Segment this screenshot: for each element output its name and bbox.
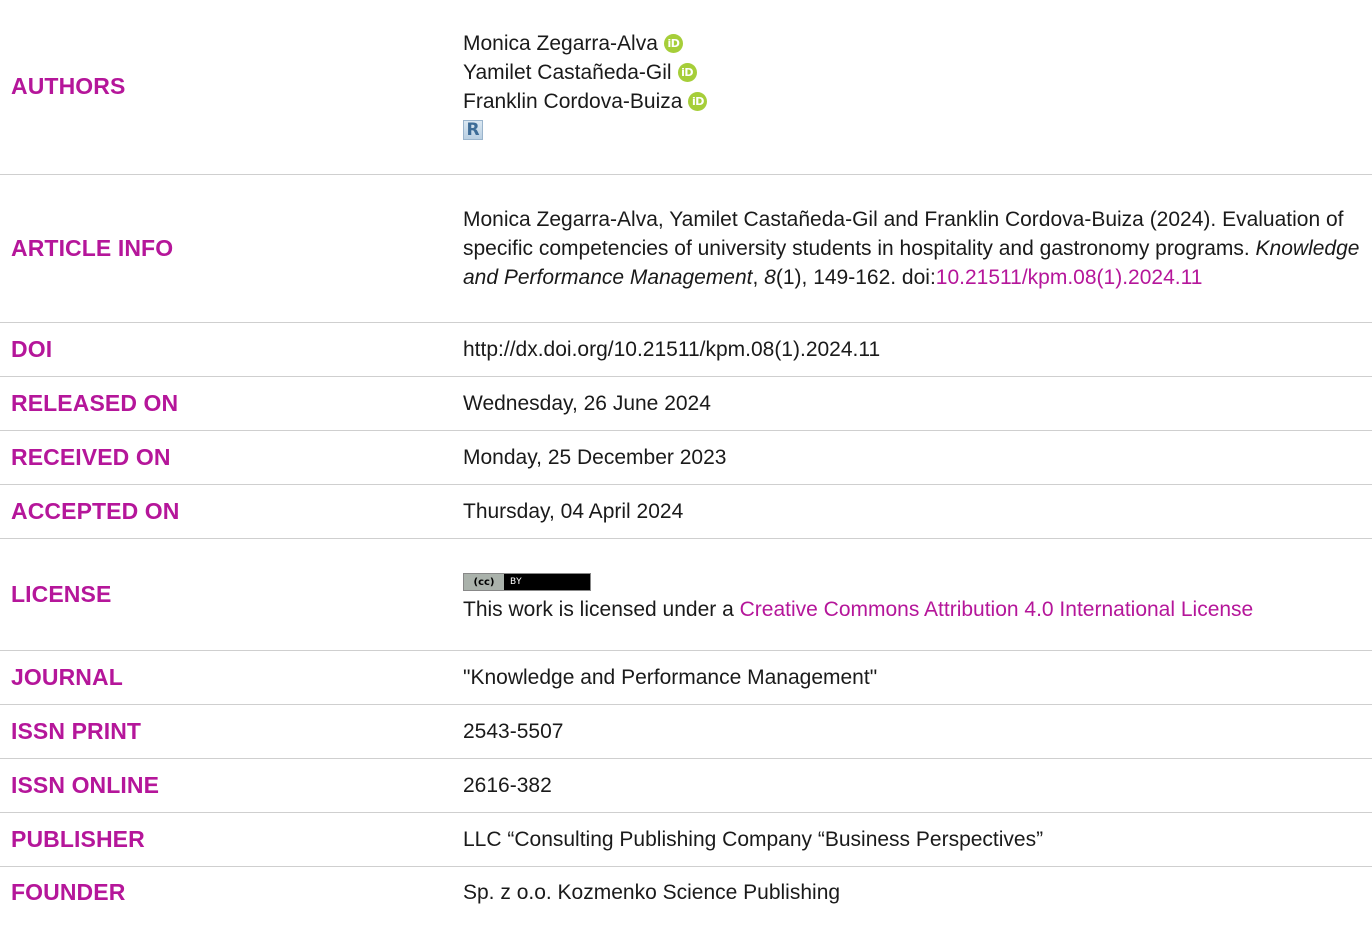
row-released-on: RELEASED ON Wednesday, 26 June 2024 xyxy=(0,376,1372,430)
label-founder: FOUNDER xyxy=(11,879,126,906)
article-metadata-table: AUTHORS Monica Zegarra-Alva iD Yamilet C… xyxy=(0,0,1372,919)
label-issn-print: ISSN PRINT xyxy=(11,717,142,744)
cc-by-label: BY xyxy=(510,576,523,587)
authors-list: Monica Zegarra-Alva iD Yamilet Castañeda… xyxy=(463,0,1372,174)
issn-print-value: 2543-5507 xyxy=(463,719,564,743)
citation-volume: 8 xyxy=(764,265,776,289)
researcherid-icon[interactable]: R xyxy=(463,120,483,141)
author-item: Yamilet Castañeda-Gil iD xyxy=(463,58,1370,87)
received-on-value: Monday, 25 December 2023 xyxy=(463,445,727,469)
author-name[interactable]: Yamilet Castañeda-Gil xyxy=(463,58,672,87)
doi-value: http://dx.doi.org/10.21511/kpm.08(1).202… xyxy=(463,337,881,361)
citation-issue-pages: (1), 149-162. doi: xyxy=(775,265,936,289)
author-item: Monica Zegarra-Alva iD xyxy=(463,29,1370,58)
citation-comma: , xyxy=(752,265,765,289)
row-journal: JOURNAL "Knowledge and Performance Manag… xyxy=(0,650,1372,704)
row-publisher: PUBLISHER LLC “Consulting Publishing Com… xyxy=(0,812,1372,866)
license-value: (cc) BY This work is licensed under a Cr… xyxy=(463,538,1372,650)
accepted-on-value: Thursday, 04 April 2024 xyxy=(463,499,684,523)
label-received-on: RECEIVED ON xyxy=(11,443,171,470)
license-text: This work is licensed under a Creative C… xyxy=(463,595,1370,624)
row-license: LICENSE (cc) BY This work is licensed un… xyxy=(0,538,1372,650)
founder-value: Sp. z o.o. Kozmenko Science Publishing xyxy=(463,881,841,905)
released-on-value: Wednesday, 26 June 2024 xyxy=(463,391,711,415)
orcid-icon[interactable]: iD xyxy=(677,62,697,82)
author-name[interactable]: Monica Zegarra-Alva xyxy=(463,29,658,58)
orcid-icon[interactable]: iD xyxy=(663,33,683,53)
cc-icon: (cc) xyxy=(464,574,504,591)
label-publisher: PUBLISHER xyxy=(11,825,145,852)
label-doi: DOI xyxy=(11,335,53,362)
license-link[interactable]: Creative Commons Attribution 4.0 Interna… xyxy=(740,598,1254,621)
orcid-icon[interactable]: iD xyxy=(688,91,708,111)
label-journal: JOURNAL xyxy=(11,663,123,690)
license-text-start: This work is licensed under a xyxy=(463,598,740,622)
label-authors: AUTHORS xyxy=(11,73,126,100)
label-accepted-on: ACCEPTED ON xyxy=(11,497,180,524)
row-article-info: ARTICLE INFO Monica Zegarra-Alva, Yamile… xyxy=(0,174,1372,322)
label-license: LICENSE xyxy=(11,580,112,607)
author-name[interactable]: Franklin Cordova-Buiza xyxy=(463,87,682,116)
row-doi: DOI http://dx.doi.org/10.21511/kpm.08(1)… xyxy=(0,322,1372,376)
article-citation: Monica Zegarra-Alva, Yamilet Castañeda-G… xyxy=(463,174,1372,322)
publisher-value: LLC “Consulting Publishing Company “Busi… xyxy=(463,827,1044,851)
row-founder: FOUNDER Sp. z o.o. Kozmenko Science Publ… xyxy=(0,866,1372,919)
label-article-info: ARTICLE INFO xyxy=(11,234,174,261)
row-authors: AUTHORS Monica Zegarra-Alva iD Yamilet C… xyxy=(0,0,1372,174)
citation-text: Monica Zegarra-Alva, Yamilet Castañeda-G… xyxy=(463,207,1344,260)
author-item: Franklin Cordova-Buiza iD xyxy=(463,87,1370,116)
row-issn-online: ISSN ONLINE 2616-382 xyxy=(0,758,1372,812)
citation-doi-link[interactable]: 10.21511/kpm.08(1).2024.11 xyxy=(936,266,1203,289)
journal-value: "Knowledge and Performance Management" xyxy=(463,665,878,689)
label-issn-online: ISSN ONLINE xyxy=(11,771,160,798)
row-issn-print: ISSN PRINT 2543-5507 xyxy=(0,704,1372,758)
researcherid-row: R xyxy=(463,116,1370,145)
label-released-on: RELEASED ON xyxy=(11,389,179,416)
issn-online-value: 2616-382 xyxy=(463,773,552,797)
cc-by-badge-icon[interactable]: (cc) BY xyxy=(463,573,591,592)
row-received-on: RECEIVED ON Monday, 25 December 2023 xyxy=(0,430,1372,484)
row-accepted-on: ACCEPTED ON Thursday, 04 April 2024 xyxy=(0,484,1372,538)
